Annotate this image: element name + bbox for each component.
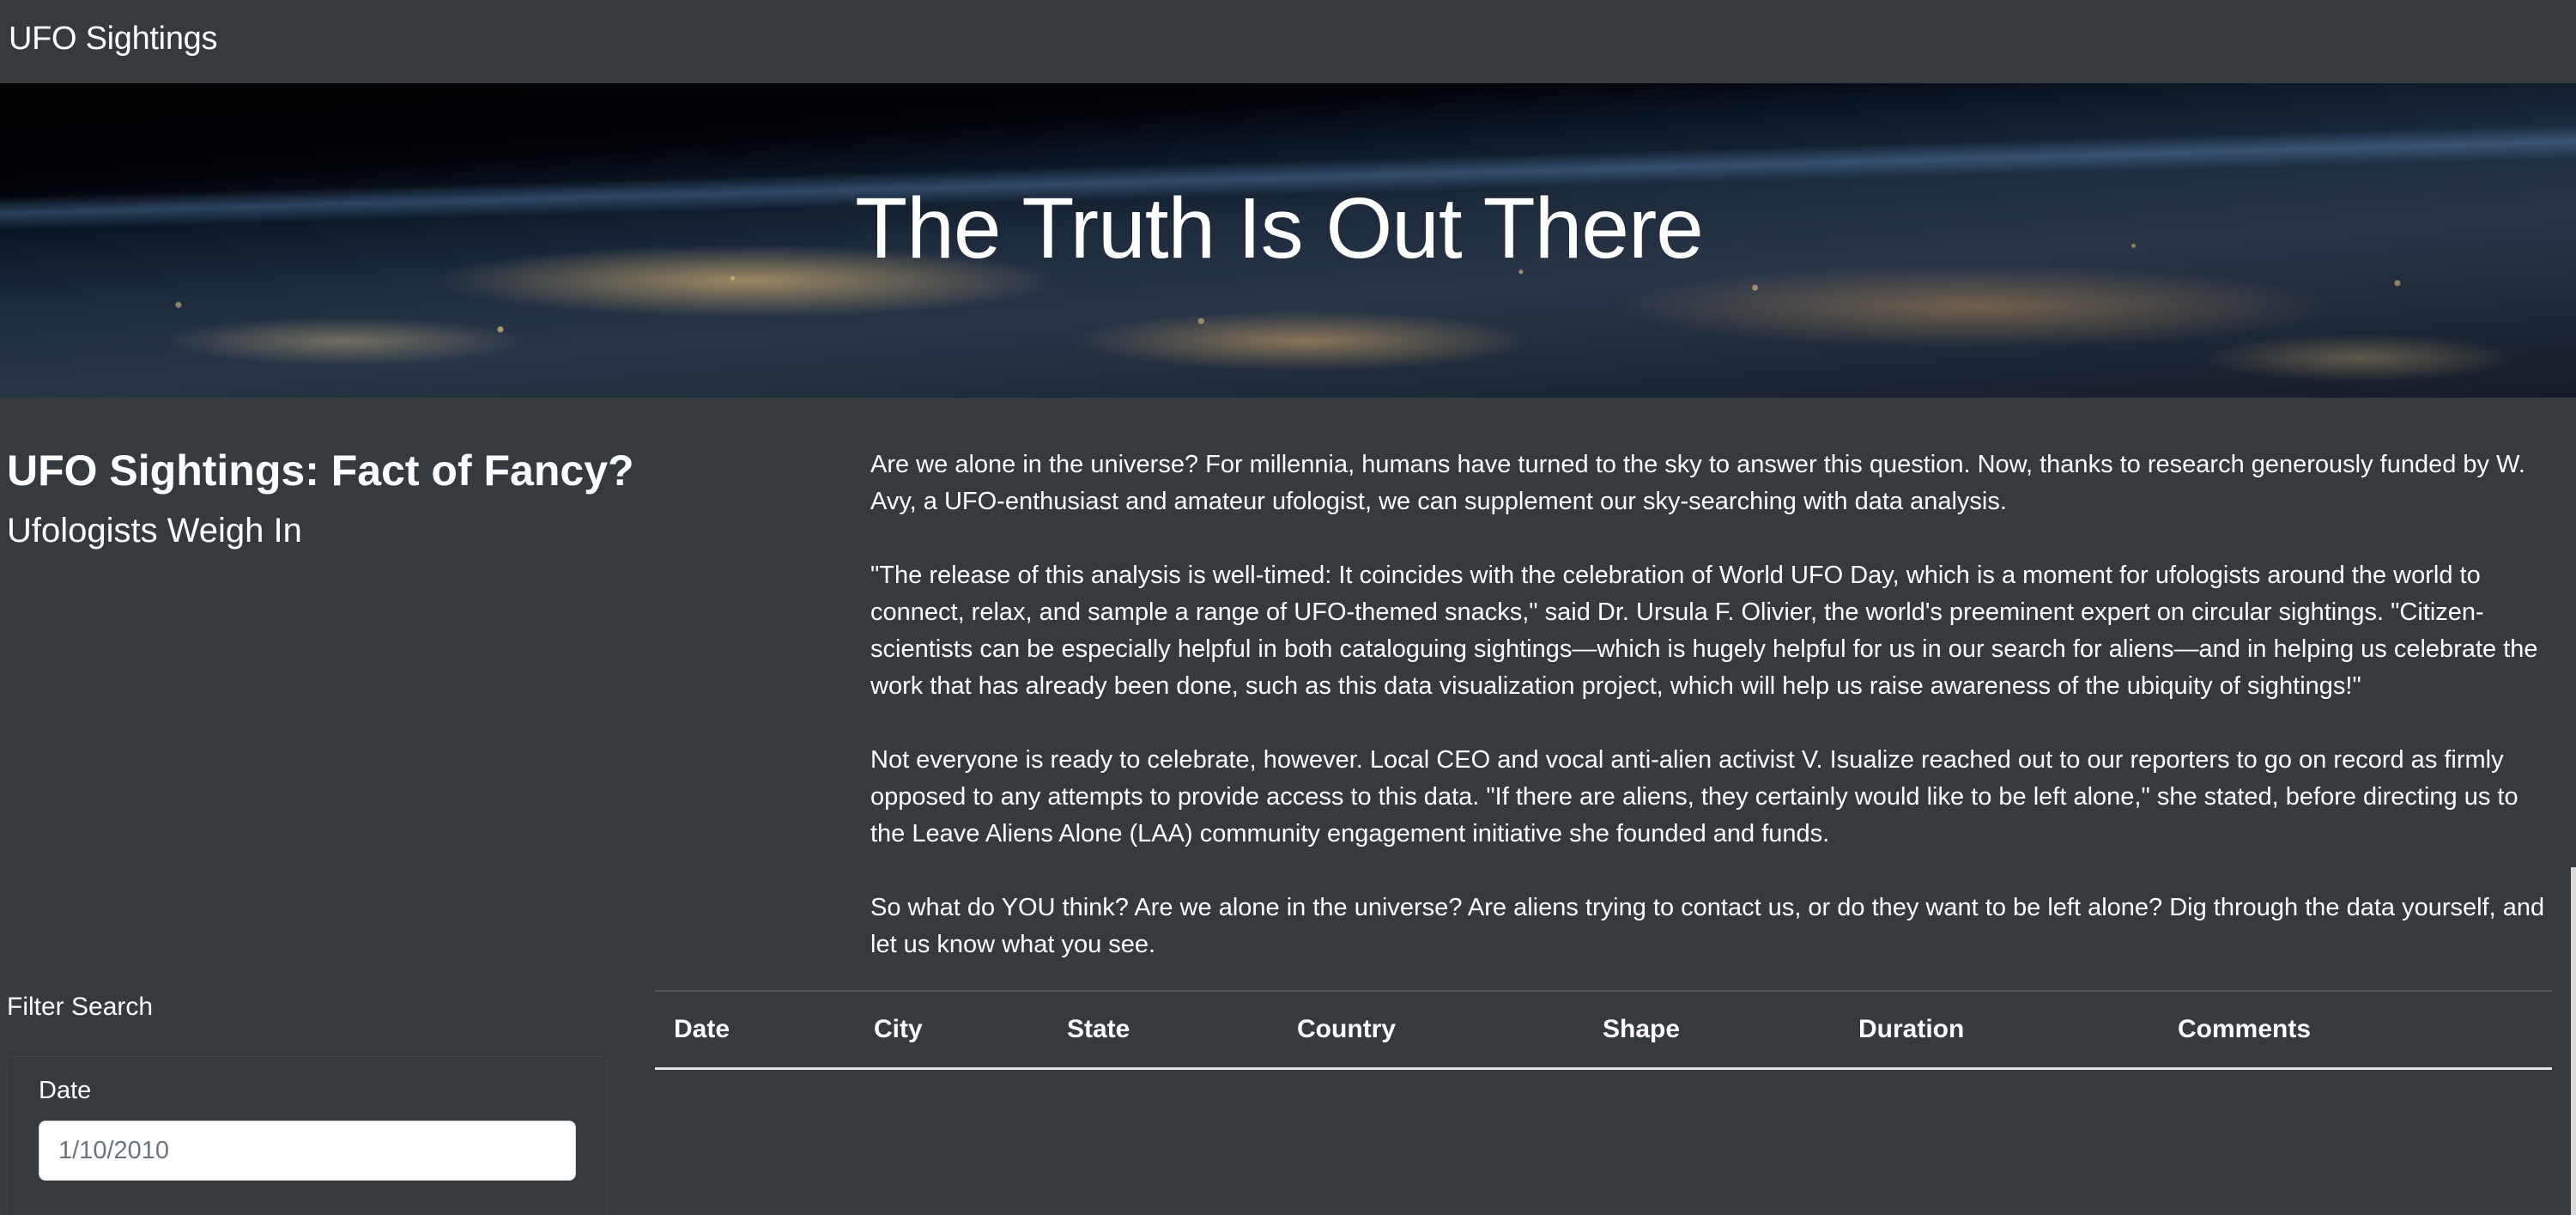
date-filter-input[interactable] (39, 1121, 576, 1181)
column-header-state: State (1048, 990, 1278, 1070)
article-subtitle: Ufologists Weigh In (7, 512, 302, 550)
window-scrollbar[interactable] (2571, 867, 2576, 1215)
column-header-date: Date (655, 990, 855, 1070)
article-heading: UFO Sightings: Fact of Fancy? Ufologists… (7, 442, 779, 559)
article-paragraph: Not everyone is ready to celebrate, howe… (870, 746, 2518, 847)
column-header-country: Country (1278, 990, 1584, 1070)
ufo-table-container: Date City State Country Shape Duration C… (655, 990, 2552, 1070)
article-paragraph: Are we alone in the universe? For millen… (870, 451, 2525, 515)
navbar-brand-link[interactable]: UFO Sightings (9, 21, 218, 58)
column-header-shape: Shape (1584, 990, 1840, 1070)
filter-search-title: Filter Search (7, 993, 154, 1021)
article-paragraph: "The release of this analysis is well-ti… (870, 562, 2538, 700)
hero-title: The Truth Is Out There (855, 180, 1704, 276)
column-header-comments: Comments (2159, 990, 2552, 1070)
article-paragraph: So what do YOU think? Are we alone in th… (870, 894, 2545, 958)
article-body: Are we alone in the universe? For millen… (870, 447, 2553, 1000)
column-header-city: City (855, 990, 1048, 1070)
article-title: UFO Sightings: Fact of Fancy? (7, 447, 634, 495)
top-navbar: UFO Sightings (0, 0, 2576, 83)
hero-banner: The Truth Is Out There (0, 83, 2576, 398)
ufo-table: Date City State Country Shape Duration C… (655, 990, 2552, 1070)
date-filter-label: Date (39, 1077, 92, 1104)
column-header-duration: Duration (1840, 990, 2159, 1070)
table-header-row: Date City State Country Shape Duration C… (655, 990, 2552, 1070)
